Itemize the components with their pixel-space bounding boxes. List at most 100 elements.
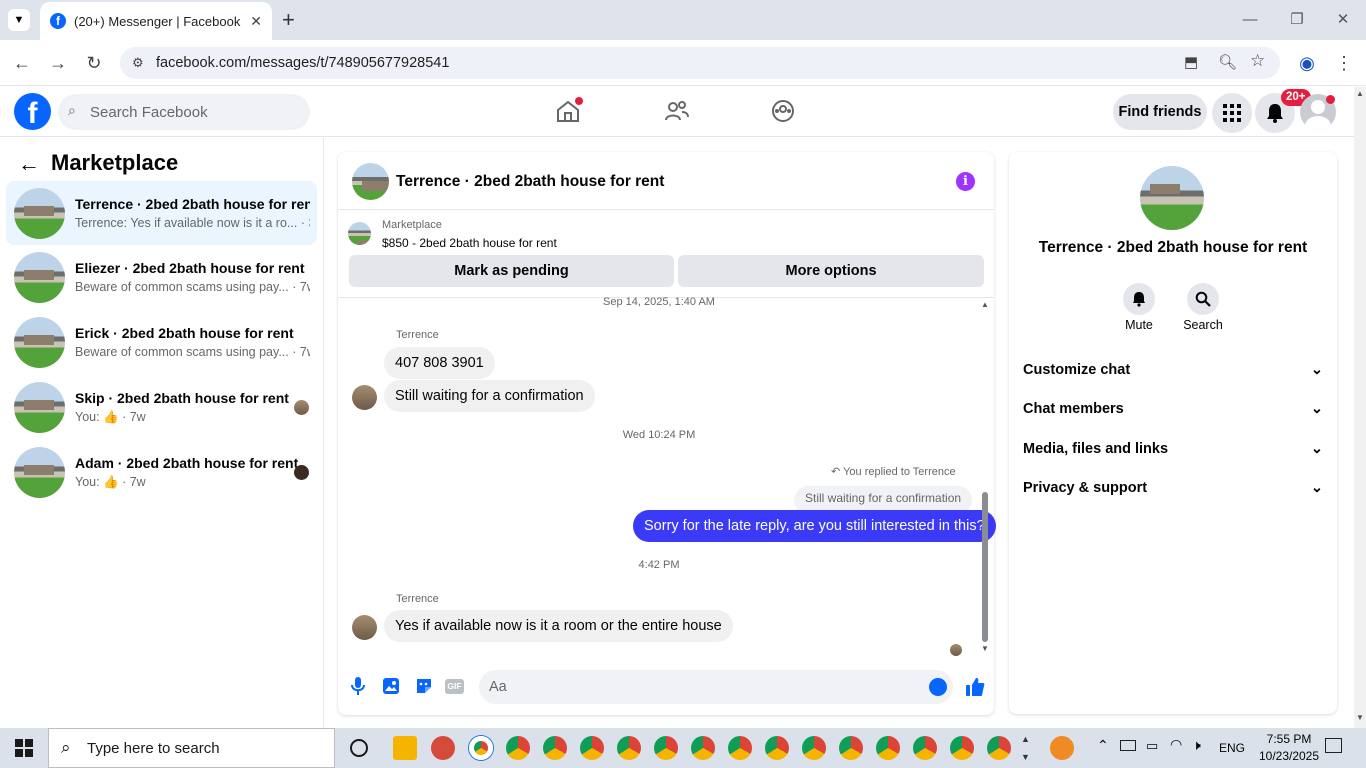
search-button[interactable] bbox=[1187, 283, 1221, 315]
customize-chat-section[interactable]: Customize chat ⌄ bbox=[1023, 362, 1323, 378]
thumbs-up-icon[interactable] bbox=[965, 677, 985, 702]
taskbar-search-input[interactable]: ⌕ Type here to search bbox=[48, 728, 335, 768]
wifi-icon[interactable]: ◠ bbox=[1170, 736, 1182, 753]
back-icon[interactable]: ← bbox=[10, 51, 34, 75]
language-indicator[interactable]: ENG bbox=[1219, 741, 1245, 755]
seen-avatar bbox=[950, 644, 962, 656]
find-friends-button[interactable]: Find friends bbox=[1113, 94, 1207, 130]
media-files-links-section[interactable]: Media, files and links ⌄ bbox=[1023, 441, 1323, 457]
conversation-item[interactable]: Terrence · 2bed 2bath house for rent Ter… bbox=[6, 181, 317, 245]
conversation-item[interactable]: Skip · 2bed 2bath house for rent You: 👍 … bbox=[6, 375, 317, 439]
minimize-icon[interactable]: — bbox=[1238, 8, 1262, 32]
chat-members-section[interactable]: Chat members ⌄ bbox=[1023, 401, 1323, 417]
tab-title: (20+) Messenger | Facebook bbox=[74, 13, 241, 29]
contact-avatar[interactable] bbox=[1140, 166, 1204, 230]
more-options-button[interactable]: More options bbox=[678, 255, 984, 287]
notification-center-icon[interactable] bbox=[1325, 738, 1342, 753]
profile-icon[interactable]: ◉ bbox=[1295, 51, 1319, 75]
mute-button[interactable] bbox=[1122, 283, 1156, 315]
friends-icon[interactable] bbox=[664, 99, 690, 128]
facebook-search-input[interactable]: ⌕ Search Facebook bbox=[58, 94, 310, 130]
battery-icon[interactable] bbox=[1120, 740, 1136, 751]
bookmark-star-icon[interactable]: ☆ bbox=[1250, 51, 1265, 71]
new-tab-button[interactable]: + bbox=[282, 7, 295, 33]
clock-time[interactable]: 7:55 PM bbox=[1256, 732, 1322, 746]
panel-title: Marketplace bbox=[51, 150, 179, 175]
conversation-time: · 7w bbox=[122, 409, 146, 424]
task-view-icon[interactable] bbox=[350, 739, 368, 757]
incoming-message[interactable]: Yes if available now is it a room or the… bbox=[384, 610, 733, 642]
conversation-title: Erick · 2bed 2bath house for rent bbox=[75, 325, 294, 341]
app-icon[interactable] bbox=[393, 736, 417, 760]
home-icon[interactable] bbox=[555, 97, 583, 123]
chrome-icon[interactable] bbox=[617, 736, 641, 760]
conversation-item[interactable]: Adam · 2bed 2bath house for rent You: 👍 … bbox=[6, 440, 317, 504]
close-tab-icon[interactable]: ✕ bbox=[250, 13, 262, 30]
privacy-support-section[interactable]: Privacy & support ⌄ bbox=[1023, 480, 1323, 496]
chrome-icon[interactable] bbox=[580, 736, 604, 760]
chat-scrollbar[interactable]: ▲ ▼ bbox=[980, 300, 990, 656]
chrome-icon[interactable] bbox=[839, 736, 863, 760]
outgoing-message[interactable]: Sorry for the late reply, are you still … bbox=[633, 510, 996, 542]
incoming-message[interactable]: Still waiting for a confirmation bbox=[384, 380, 595, 412]
sender-avatar[interactable] bbox=[352, 385, 377, 410]
chrome-icon[interactable] bbox=[543, 736, 567, 760]
conversation-item[interactable]: Erick · 2bed 2bath house for rent Beware… bbox=[6, 310, 317, 374]
browser-tab[interactable]: f (20+) Messenger | Facebook ✕ bbox=[40, 2, 272, 40]
listing-thumbnail[interactable] bbox=[348, 222, 371, 245]
conversation-item[interactable]: Eliezer · 2bed 2bath house for rent Bewa… bbox=[6, 245, 317, 309]
menu-kebab-icon[interactable]: ⋮ bbox=[1332, 51, 1356, 75]
photo-icon[interactable] bbox=[382, 677, 400, 700]
message-input[interactable]: Aa bbox=[479, 670, 953, 704]
show-hidden-icons[interactable]: ⌃ bbox=[1097, 737, 1109, 754]
address-bar[interactable]: ⚙ facebook.com/messages/t/74890567792854… bbox=[120, 47, 1280, 79]
chrome-icon[interactable] bbox=[691, 736, 715, 760]
chat-avatar[interactable] bbox=[352, 163, 389, 200]
bell-icon bbox=[1123, 283, 1155, 315]
weather-icon[interactable] bbox=[1050, 736, 1074, 760]
volume-icon[interactable]: 🕨 bbox=[1192, 737, 1201, 754]
chrome-icon[interactable] bbox=[728, 736, 752, 760]
groups-icon[interactable] bbox=[771, 99, 795, 128]
clock-date[interactable]: 10/23/2025 bbox=[1252, 749, 1326, 763]
section-label: Privacy & support bbox=[1023, 480, 1148, 496]
chrome-icon[interactable] bbox=[506, 736, 530, 760]
chrome-icon[interactable] bbox=[987, 736, 1011, 760]
chrome-icon[interactable] bbox=[765, 736, 789, 760]
sender-name: Terrence bbox=[396, 593, 439, 605]
forward-icon[interactable]: → bbox=[46, 51, 70, 75]
chrome-icon[interactable] bbox=[802, 736, 826, 760]
close-window-icon[interactable]: ✕ bbox=[1331, 8, 1355, 32]
microphone-icon[interactable] bbox=[350, 676, 366, 701]
meet-now-icon[interactable]: ▭ bbox=[1146, 738, 1158, 754]
mark-as-pending-button[interactable]: Mark as pending bbox=[349, 255, 674, 287]
chrome-icon[interactable] bbox=[469, 736, 493, 760]
sender-avatar[interactable] bbox=[352, 615, 377, 640]
chrome-icon[interactable] bbox=[876, 736, 900, 760]
zoom-icon[interactable]: 🔍︎ bbox=[1218, 53, 1237, 71]
restore-icon[interactable]: ❐ bbox=[1285, 8, 1309, 32]
chrome-icon[interactable] bbox=[913, 736, 937, 760]
site-info-icon[interactable]: ⚙ bbox=[132, 55, 144, 71]
back-arrow-icon[interactable]: ← bbox=[18, 151, 40, 177]
chrome-icon[interactable] bbox=[654, 736, 678, 760]
menu-grid-icon[interactable] bbox=[1212, 93, 1252, 133]
page-scrollbar[interactable]: ▲ ▼ bbox=[1354, 87, 1366, 728]
gif-icon[interactable]: GIF bbox=[445, 679, 464, 694]
info-icon[interactable]: i bbox=[956, 172, 975, 191]
chrome-icon[interactable] bbox=[950, 736, 974, 760]
listing-title[interactable]: $850 - 2bed 2bath house for rent bbox=[382, 236, 557, 250]
app-icon[interactable] bbox=[431, 736, 455, 760]
windows-start-icon[interactable] bbox=[15, 739, 33, 762]
install-app-icon[interactable]: ⬒ bbox=[1184, 53, 1198, 71]
incoming-message[interactable]: 407 808 3901 bbox=[384, 347, 495, 379]
taskbar-scroll-arrows[interactable]: ▲ ▼ bbox=[1021, 730, 1030, 766]
reload-icon[interactable]: ↻ bbox=[82, 51, 106, 75]
tab-list-dropdown-icon[interactable]: ▼ bbox=[8, 9, 30, 31]
sticker-icon[interactable] bbox=[415, 677, 433, 700]
search-label: Search bbox=[1183, 318, 1223, 332]
chevron-down-icon: ⌄ bbox=[1310, 362, 1323, 378]
emoji-icon[interactable] bbox=[929, 678, 947, 696]
facebook-logo-icon[interactable]: f bbox=[14, 93, 51, 130]
chat-title[interactable]: Terrence · 2bed 2bath house for rent bbox=[396, 173, 664, 191]
